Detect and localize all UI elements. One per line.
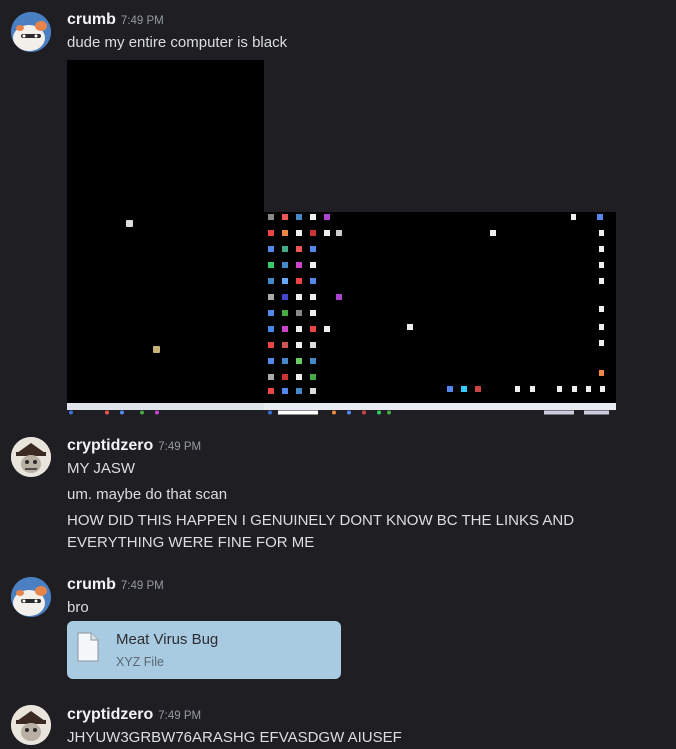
- desktop-icon: [153, 346, 160, 353]
- avatar[interactable]: [11, 12, 51, 52]
- pirate-avatar-icon: [11, 705, 51, 745]
- pirate-avatar-icon: [11, 437, 51, 477]
- timestamp: 7:49 PM: [158, 441, 202, 453]
- desktop-icon: [126, 220, 133, 227]
- file-icon: [77, 632, 99, 662]
- timestamp: 7:49 PM: [120, 580, 164, 592]
- message-text: MY JASW: [67, 460, 136, 477]
- timestamp: 7:49 PM: [158, 710, 202, 722]
- taskbar-secondary: [264, 403, 616, 415]
- desktop-icons-grid: [268, 214, 605, 394]
- username[interactable]: cryptidzero: [67, 437, 153, 454]
- left-monitor-screen: [67, 60, 264, 403]
- username[interactable]: cryptidzero: [67, 706, 153, 723]
- right-monitor-screen: [264, 212, 616, 403]
- hamster-avatar-icon: [11, 577, 51, 617]
- avatar[interactable]: [11, 437, 51, 477]
- avatar[interactable]: [11, 577, 51, 617]
- file-name[interactable]: Meat Virus Bug: [116, 631, 218, 648]
- message-text: JHYUW3GRBW76ARASHG EFVASDGW AIUSEF: [67, 729, 402, 746]
- hamster-avatar-icon: [11, 12, 51, 52]
- message-text: HOW DID THIS HAPPEN I GENUINELY DONT KNO…: [67, 512, 575, 551]
- username[interactable]: crumb: [67, 11, 116, 28]
- avatar[interactable]: [11, 705, 51, 745]
- timestamp: 7:49 PM: [120, 15, 164, 27]
- message-text: um. maybe do that scan: [67, 486, 228, 503]
- file-attachment[interactable]: Meat Virus Bug XYZ File: [67, 621, 341, 679]
- message-text: bro: [67, 599, 89, 616]
- file-type: XYZ File: [116, 655, 164, 669]
- message-text: dude my entire computer is black: [67, 34, 288, 51]
- username[interactable]: crumb: [67, 576, 116, 593]
- screenshot-attachment[interactable]: [67, 60, 616, 415]
